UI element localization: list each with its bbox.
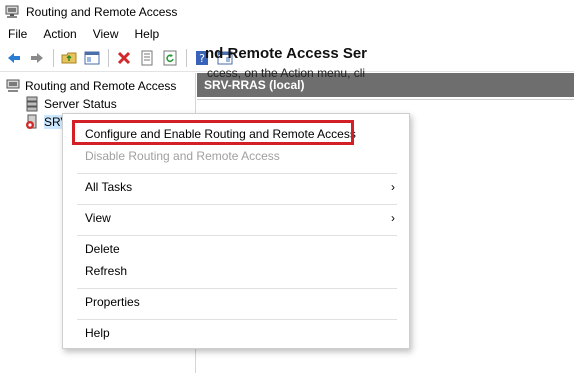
menu-action[interactable]: Action bbox=[35, 24, 84, 44]
menu-separator bbox=[77, 319, 397, 320]
welcome-title: nd Remote Access Ser bbox=[205, 45, 368, 62]
menu-help[interactable]: Help bbox=[127, 24, 168, 44]
tree-root-label: Routing and Remote Access bbox=[25, 79, 177, 93]
tree-item-server-status[interactable]: Server Status bbox=[24, 95, 117, 113]
menu-item-refresh[interactable]: Refresh bbox=[63, 260, 409, 282]
menu-item-view[interactable]: View › bbox=[63, 207, 409, 229]
menu-item-label: Disable Routing and Remote Access bbox=[85, 149, 280, 163]
properties-icon[interactable] bbox=[136, 47, 158, 69]
highlight-box bbox=[72, 120, 354, 145]
submenu-arrow-icon: › bbox=[391, 180, 395, 194]
menu-item-properties[interactable]: Properties bbox=[63, 291, 409, 313]
menu-file[interactable]: File bbox=[0, 24, 35, 44]
menu-item-label: Delete bbox=[85, 242, 120, 256]
menu-item-delete[interactable]: Delete bbox=[63, 238, 409, 260]
show-hide-tree-icon[interactable] bbox=[81, 47, 103, 69]
delete-icon[interactable] bbox=[113, 47, 135, 69]
context-menu: Configure and Enable Routing and Remote … bbox=[62, 113, 410, 349]
menu-item-label: All Tasks bbox=[85, 180, 133, 194]
toolbar-separator bbox=[186, 48, 187, 67]
menu-item-label: View bbox=[85, 211, 111, 225]
rras-root-icon bbox=[5, 78, 21, 94]
refresh-icon[interactable] bbox=[159, 47, 181, 69]
back-icon[interactable] bbox=[3, 47, 25, 69]
menu-view[interactable]: View bbox=[85, 24, 127, 44]
menu-item-all-tasks[interactable]: All Tasks › bbox=[63, 176, 409, 198]
menu-item-label: Properties bbox=[85, 295, 140, 309]
welcome-text: ccess, on the Action menu, cli bbox=[207, 66, 366, 80]
menu-separator bbox=[77, 288, 397, 289]
up-folder-icon[interactable] bbox=[58, 47, 80, 69]
forward-icon[interactable] bbox=[26, 47, 48, 69]
window-title: Routing and Remote Access bbox=[26, 5, 178, 19]
menu-separator bbox=[77, 204, 397, 205]
menu-separator bbox=[77, 235, 397, 236]
tree-root[interactable]: Routing and Remote Access bbox=[5, 77, 176, 95]
title-bar: Routing and Remote Access bbox=[0, 0, 574, 24]
menu-separator bbox=[77, 173, 397, 174]
toolbar-separator bbox=[53, 48, 54, 67]
menu-item-disable: Disable Routing and Remote Access bbox=[63, 145, 409, 167]
submenu-arrow-icon: › bbox=[391, 211, 395, 225]
tree-item-label: Server Status bbox=[44, 97, 117, 111]
menu-item-label: Help bbox=[85, 326, 110, 340]
menu-item-label: Refresh bbox=[85, 264, 128, 278]
rras-app-icon bbox=[4, 4, 20, 20]
server-status-icon bbox=[24, 96, 40, 112]
menu-bar: File Action View Help bbox=[0, 24, 574, 44]
toolbar-separator bbox=[108, 48, 109, 67]
menu-item-help[interactable]: Help bbox=[63, 322, 409, 344]
server-stopped-icon bbox=[24, 114, 40, 130]
